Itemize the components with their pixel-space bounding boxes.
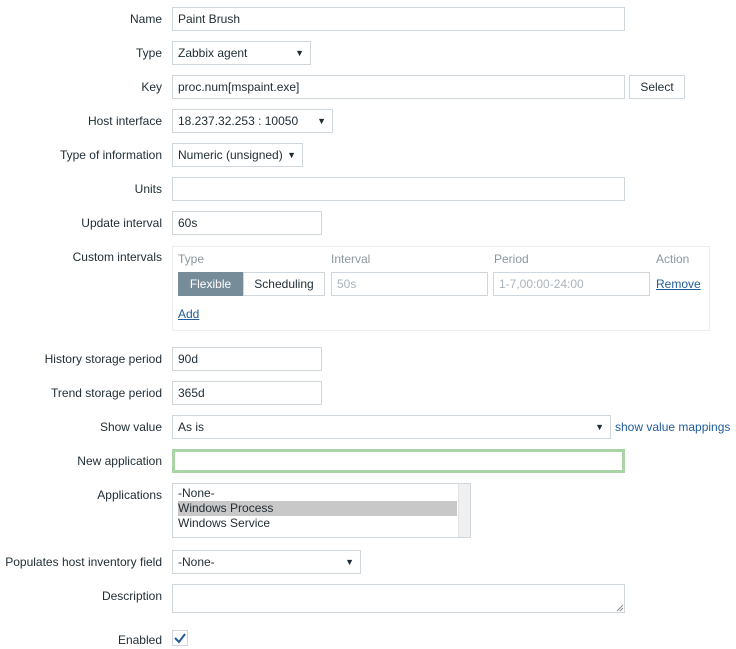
enabled-label: Enabled [117, 633, 162, 647]
remove-interval-link[interactable]: Remove [656, 277, 701, 291]
applications-option[interactable]: Windows Service [178, 516, 270, 531]
type-of-information-label: Type of information [59, 148, 162, 162]
custom-period-input[interactable]: 1-7,00:00-24:00 [493, 272, 650, 296]
add-interval-link[interactable]: Add [178, 307, 199, 321]
custom-intervals-type-header: Type [178, 252, 205, 266]
chevron-down-icon: ▼ [317, 116, 326, 126]
host-interface-value: 18.237.32.253 : 10050 [178, 114, 299, 128]
update-interval-input[interactable]: 60s [172, 211, 322, 235]
description-textarea[interactable] [172, 584, 625, 613]
inventory-label: Populates host inventory field [5, 555, 162, 569]
trend-label: Trend storage period [51, 386, 162, 400]
applications-listbox[interactable]: -None- Windows Process Windows Service [172, 483, 471, 538]
enabled-checkbox[interactable] [172, 630, 188, 646]
units-input[interactable] [172, 177, 625, 201]
update-interval-label: Update interval [81, 216, 162, 230]
chevron-down-icon: ▼ [345, 557, 354, 567]
description-label: Description [101, 589, 162, 603]
applications-option-selected[interactable]: Windows Process [178, 501, 457, 516]
checkmark-icon [174, 633, 186, 644]
chevron-down-icon: ▼ [287, 150, 296, 160]
key-input[interactable]: proc.num[mspaint.exe] [172, 75, 625, 99]
show-value-select[interactable]: As is ▼ [172, 415, 611, 439]
custom-intervals-action-header: Action [656, 252, 690, 266]
custom-interval-input[interactable]: 50s [331, 272, 488, 296]
applications-label: Applications [97, 488, 162, 502]
scheduling-toggle[interactable]: Scheduling [243, 272, 325, 296]
resize-handle-icon[interactable] [616, 604, 624, 612]
host-interface-select[interactable]: 18.237.32.253 : 10050 ▼ [172, 109, 333, 133]
history-input[interactable]: 90d [172, 347, 322, 371]
chevron-down-icon: ▼ [295, 48, 304, 58]
type-of-information-value: Numeric (unsigned) [178, 148, 283, 162]
history-label: History storage period [44, 352, 162, 366]
show-value-label: Show value [99, 420, 162, 434]
applications-option[interactable]: -None- [178, 486, 215, 501]
name-input[interactable]: Paint Brush [172, 7, 625, 31]
name-label: Name [129, 12, 162, 26]
chevron-down-icon: ▼ [595, 422, 604, 432]
applications-scrollbar[interactable] [458, 484, 470, 537]
select-key-button[interactable]: Select [629, 75, 685, 99]
type-select[interactable]: Zabbix agent ▼ [172, 41, 311, 65]
new-application-input[interactable] [172, 449, 625, 473]
host-interface-label: Host interface [87, 114, 162, 128]
flexible-toggle[interactable]: Flexible [178, 272, 243, 296]
custom-intervals-period-header: Period [494, 252, 529, 266]
units-label: Units [134, 182, 162, 196]
custom-intervals-label: Custom intervals [72, 250, 162, 264]
inventory-value: -None- [178, 555, 215, 569]
type-of-information-select[interactable]: Numeric (unsigned) ▼ [172, 143, 303, 167]
type-select-value: Zabbix agent [178, 46, 248, 60]
custom-intervals-interval-header: Interval [331, 252, 371, 266]
type-label: Type [135, 46, 162, 60]
show-value-mappings-link[interactable]: show value mappings [615, 420, 730, 434]
trend-input[interactable]: 365d [172, 381, 322, 405]
show-value-value: As is [178, 420, 205, 434]
new-application-label: New application [77, 454, 162, 468]
key-label: Key [141, 80, 162, 94]
inventory-select[interactable]: -None- ▼ [172, 550, 361, 574]
